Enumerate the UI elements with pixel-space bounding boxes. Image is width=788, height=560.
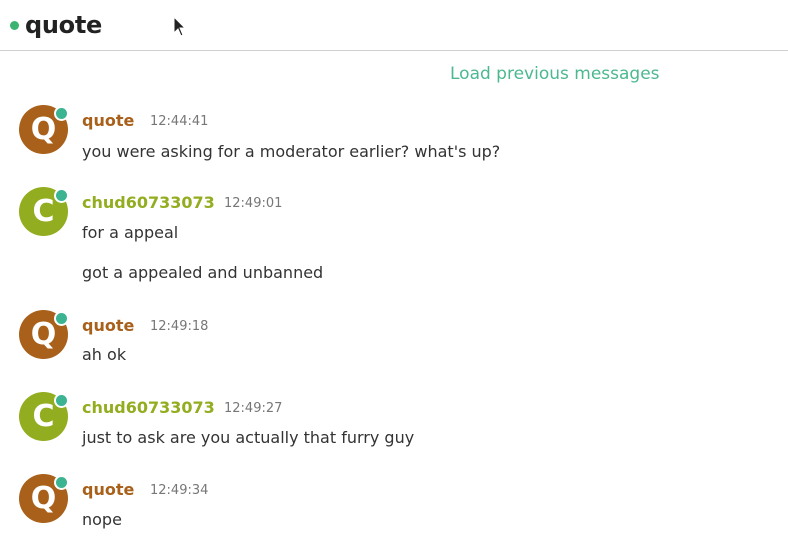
room-title: quote: [25, 11, 103, 39]
online-status-dot: [54, 311, 69, 326]
timestamp: 12:44:41: [150, 114, 209, 129]
timestamp: 12:49:27: [224, 401, 283, 416]
username[interactable]: quote: [82, 111, 134, 130]
message-text: you were asking for a moderator earlier?…: [82, 142, 501, 161]
message-text: just to ask are you actually that furry …: [82, 428, 415, 447]
online-status-dot: [54, 188, 69, 203]
username[interactable]: quote: [82, 480, 134, 499]
message-text: ah ok: [82, 345, 127, 364]
load-previous-messages-link[interactable]: Load previous messages: [450, 64, 660, 84]
room-header: quote: [0, 0, 788, 51]
mouse-pointer-icon: [173, 16, 187, 37]
message-text: for a appeal: [82, 223, 179, 242]
message-text: got a appealed and unbanned: [82, 263, 324, 282]
timestamp: 12:49:18: [150, 319, 209, 334]
online-status-dot: [54, 393, 69, 408]
room-status-dot: [10, 21, 19, 30]
online-status-dot: [54, 475, 69, 490]
username[interactable]: chud60733073: [82, 398, 215, 417]
message-text: nope: [82, 510, 122, 529]
username[interactable]: chud60733073: [82, 193, 215, 212]
timestamp: 12:49:34: [150, 483, 209, 498]
online-status-dot: [54, 106, 69, 121]
username[interactable]: quote: [82, 316, 134, 335]
timestamp: 12:49:01: [224, 196, 283, 211]
